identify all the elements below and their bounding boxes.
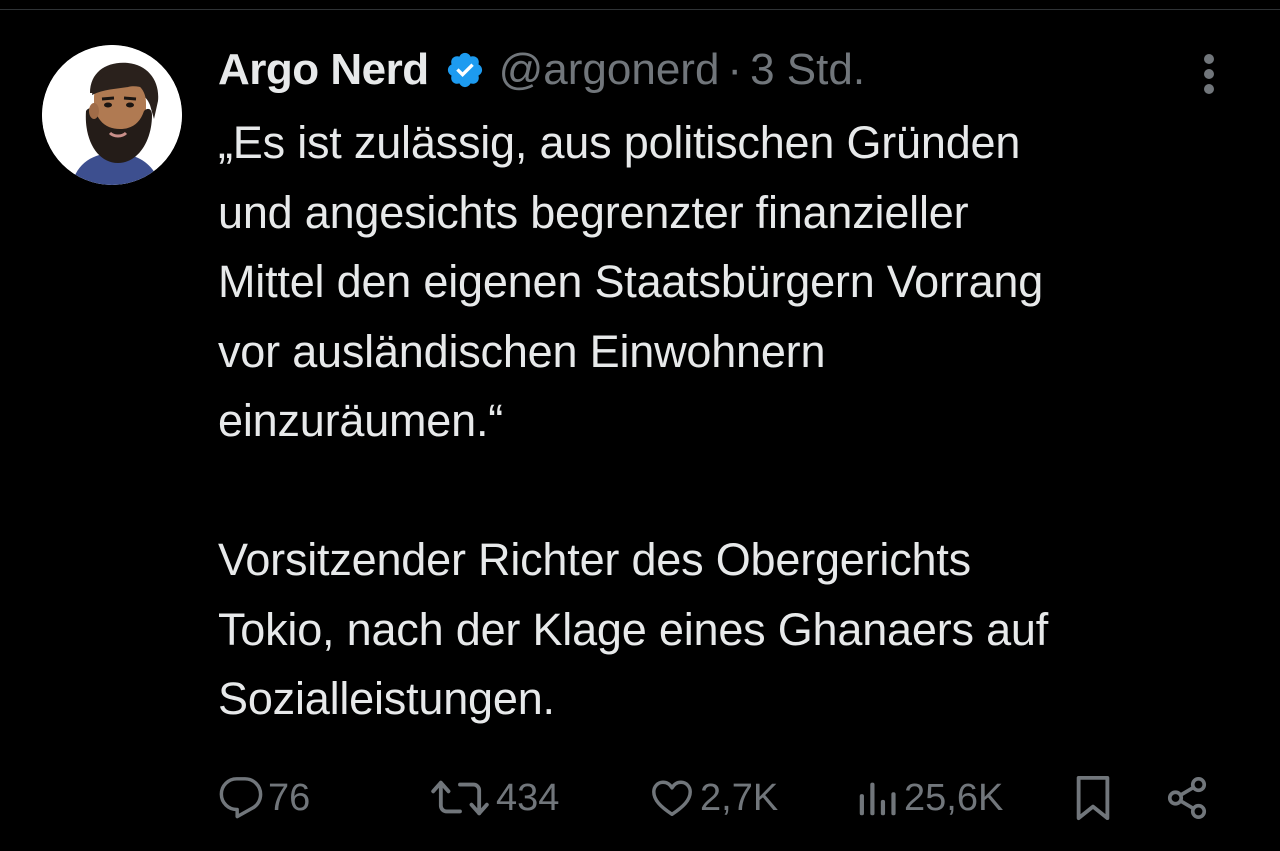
tweet-header: Argo Nerd @argonerd · 3 Std. xyxy=(218,42,865,98)
tweet[interactable]: Argo Nerd @argonerd · 3 Std. „Es ist zul… xyxy=(0,0,1280,851)
avatar[interactable] xyxy=(42,45,182,185)
tweet-text-line: Mittel den eigenen Staatsbürgern Vorrang xyxy=(218,256,1044,307)
reply-button[interactable]: 76 xyxy=(218,768,310,828)
bookmark-icon xyxy=(1076,775,1110,821)
tweet-text-line: vor ausländischen Einwohnern xyxy=(218,325,826,377)
tweet-text-line: und angesichts begrenzter finanzieller xyxy=(218,186,969,238)
author-display-name[interactable]: Argo Nerd xyxy=(218,45,429,95)
bearded-man-avatar-icon xyxy=(42,45,182,185)
share-icon xyxy=(1167,777,1207,819)
author-handle[interactable]: @argonerd xyxy=(499,45,720,95)
tweet-text-line: einzuräumen.“ xyxy=(218,395,504,446)
views-count: 25,6K xyxy=(904,776,1004,819)
like-button[interactable]: 2,7K xyxy=(648,768,778,828)
tweet-timestamp[interactable]: 3 Std. xyxy=(750,45,865,95)
retweet-button[interactable]: 434 xyxy=(428,768,559,828)
views-chart-icon xyxy=(859,782,896,816)
separator-dot: · xyxy=(727,45,743,94)
bookmark-button[interactable] xyxy=(1070,768,1116,828)
share-button[interactable] xyxy=(1164,768,1210,828)
retweet-count: 434 xyxy=(496,776,560,819)
reply-icon xyxy=(219,777,263,819)
tweet-text: „Es ist zulässig, aus politischen Gründe… xyxy=(218,108,1258,734)
tweet-text-line: Sozialleistungen. xyxy=(218,673,555,724)
tweet-text-line: „Es ist zulässig, aus politischen Gründe… xyxy=(218,117,1021,168)
verified-badge-icon xyxy=(445,50,485,90)
tweet-actions: 76 434 2,7K 25,6K xyxy=(218,768,1218,828)
like-count: 2,7K xyxy=(700,776,779,819)
reply-count: 76 xyxy=(268,776,311,819)
views-button[interactable]: 25,6K xyxy=(854,768,1003,828)
retweet-icon xyxy=(431,780,489,816)
tweet-text-line: Tokio, nach der Klage eines Ghanaers auf xyxy=(218,603,1049,655)
more-vertical-icon[interactable] xyxy=(1198,52,1222,96)
tweet-text-line: Vorsitzender Richter des Obergerichts xyxy=(218,534,971,585)
heart-icon xyxy=(652,780,692,817)
